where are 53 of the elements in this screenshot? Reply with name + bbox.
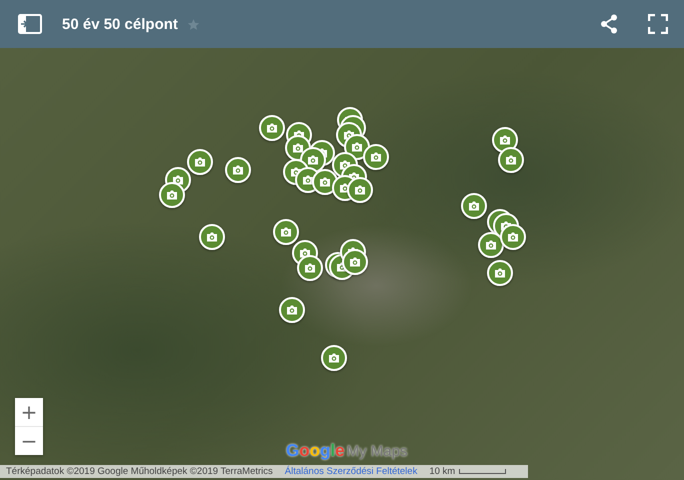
- camera-icon: [206, 232, 218, 242]
- camera-icon: [232, 165, 244, 175]
- camera-icon: [307, 155, 319, 165]
- camera-map-marker[interactable]: [461, 193, 487, 219]
- camera-map-marker[interactable]: [199, 224, 225, 250]
- camera-icon: [172, 175, 184, 185]
- camera-map-marker[interactable]: [492, 127, 518, 153]
- star-icon[interactable]: [186, 18, 200, 30]
- camera-map-marker[interactable]: [273, 219, 299, 245]
- camera-icon: [349, 257, 361, 267]
- map-title: 50 év 50 célpont: [62, 16, 178, 32]
- fullscreen-icon[interactable]: [648, 14, 668, 34]
- sidebar-toggle-icon[interactable]: [18, 14, 42, 34]
- terms-link[interactable]: Általános Szerződési Feltételek: [284, 466, 418, 477]
- zoom-in-button[interactable]: +: [15, 398, 43, 426]
- camera-icon: [194, 157, 206, 167]
- camera-icon: [485, 240, 497, 250]
- camera-icon: [507, 232, 519, 242]
- camera-map-marker[interactable]: [225, 157, 251, 183]
- camera-map-marker[interactable]: [187, 149, 213, 175]
- attribution-text: Térképadatok ©2019 Google Műholdképek ©2019 TerraMetrics: [6, 466, 273, 477]
- camera-icon: [266, 123, 278, 133]
- camera-map-marker[interactable]: [498, 147, 524, 173]
- camera-icon: [280, 227, 292, 237]
- camera-map-marker[interactable]: [487, 260, 513, 286]
- camera-icon: [468, 201, 480, 211]
- camera-map-marker[interactable]: [297, 255, 323, 281]
- camera-map-marker[interactable]: [363, 144, 389, 170]
- camera-icon: [354, 185, 366, 195]
- camera-icon: [166, 190, 178, 200]
- camera-icon: [328, 353, 340, 363]
- camera-map-marker[interactable]: [500, 224, 526, 250]
- camera-map-marker[interactable]: [259, 115, 285, 141]
- camera-icon: [505, 155, 517, 165]
- camera-icon: [286, 305, 298, 315]
- camera-map-marker[interactable]: [347, 177, 373, 203]
- camera-icon: [370, 152, 382, 162]
- zoom-out-button[interactable]: −: [15, 427, 43, 455]
- scale-bar-icon: [459, 469, 506, 474]
- camera-icon: [351, 142, 363, 152]
- camera-icon: [319, 177, 331, 187]
- camera-map-marker[interactable]: [478, 232, 504, 258]
- camera-icon: [292, 143, 304, 153]
- camera-map-marker[interactable]: [159, 182, 185, 208]
- camera-map-marker[interactable]: [321, 345, 347, 371]
- google-my-maps-logo: Google My Maps: [286, 441, 408, 461]
- share-icon[interactable]: [600, 14, 618, 34]
- camera-icon: [302, 175, 314, 185]
- camera-icon: [499, 135, 511, 145]
- camera-icon: [304, 263, 316, 273]
- camera-map-marker[interactable]: [279, 297, 305, 323]
- camera-icon: [494, 268, 506, 278]
- scale-label: 10 km: [429, 466, 456, 477]
